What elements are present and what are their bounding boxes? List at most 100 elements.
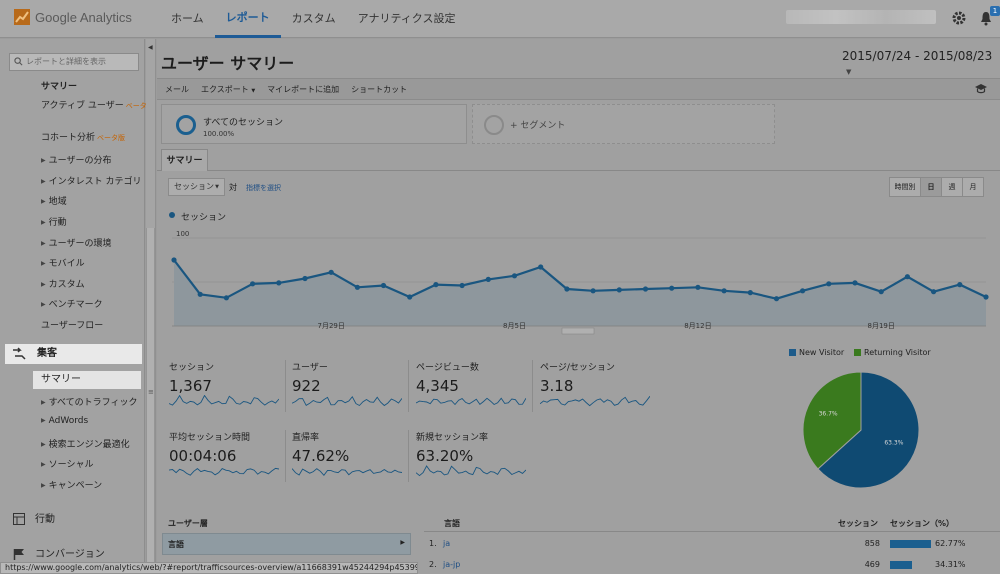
pie-legend-new-label: New Visitor (799, 348, 845, 357)
email-button[interactable]: メール (165, 84, 189, 95)
data-point[interactable] (380, 282, 387, 289)
expand-arrow-icon: ▶ (41, 198, 46, 205)
data-point[interactable] (223, 295, 229, 301)
sidebar-item-geo[interactable]: ▶ 地域 (41, 194, 67, 207)
add-segment-button[interactable]: + セグメント (472, 104, 775, 144)
sidebar-item-all-traffic[interactable]: ▶ すべてのトラフィック (41, 395, 137, 408)
select-metric-link[interactable]: 指標を選択 (246, 183, 281, 193)
data-point[interactable] (852, 280, 858, 286)
chart-resize-handle[interactable] (561, 327, 595, 335)
day-button[interactable]: 日 (920, 177, 942, 197)
sidebar-item-demographics[interactable]: ▶ ユーザーの分布 (41, 153, 111, 166)
sidebar-item-label: AdWords (48, 416, 89, 426)
data-point[interactable] (590, 288, 596, 294)
tab-summary[interactable]: サマリー (161, 149, 208, 171)
data-point[interactable] (957, 282, 963, 288)
month-button[interactable]: 月 (962, 177, 984, 197)
data-point[interactable] (276, 280, 282, 286)
data-point[interactable] (669, 285, 675, 291)
sidebar-item-acq-overview[interactable]: サマリー (33, 371, 141, 389)
week-button[interactable]: 週 (941, 177, 963, 197)
data-point[interactable] (773, 296, 780, 302)
data-point[interactable] (878, 289, 884, 295)
export-button[interactable]: エクスポート ▼ (201, 84, 255, 95)
data-point[interactable] (197, 291, 203, 297)
data-point[interactable] (826, 281, 832, 287)
data-point[interactable] (642, 286, 649, 292)
data-point[interactable] (904, 274, 911, 280)
data-point[interactable] (511, 273, 518, 279)
sidebar-item-adwords[interactable]: ▶ AdWords (41, 416, 88, 426)
sidebar-item-social[interactable]: ▶ ソーシャル (41, 457, 93, 470)
sidebar-item-label: 行動 (48, 218, 67, 228)
ga-logo[interactable]: Google Analytics (14, 9, 132, 25)
data-point[interactable] (407, 294, 413, 300)
account-selector[interactable] (786, 10, 936, 24)
column-sessions-pct: セッション（%） (890, 519, 955, 528)
data-point[interactable] (931, 289, 937, 295)
data-point[interactable] (354, 284, 360, 290)
data-point[interactable] (171, 257, 177, 263)
nav-reports[interactable]: レポート (214, 0, 281, 38)
metric-sparkline (416, 397, 526, 406)
metric-label: ユーザー (292, 363, 328, 373)
data-point[interactable] (328, 269, 334, 275)
nav-custom[interactable]: カスタム (281, 0, 347, 38)
data-point[interactable] (721, 288, 727, 294)
data-point[interactable] (250, 281, 256, 287)
add-to-dashboard-button[interactable]: マイレポートに追加 (267, 84, 339, 95)
sidebar-item-label: キャンペーン (48, 481, 103, 491)
metric-divider (285, 430, 286, 482)
sidebar-item-label: インタレスト カテゴリ (48, 177, 142, 187)
sidebar-item-mobile[interactable]: ▶ モバイル (41, 256, 85, 269)
hourly-button[interactable]: 時間別 (889, 177, 921, 197)
sidebar-section-label: コンバージョン (35, 549, 105, 560)
sidebar-section-conversions[interactable]: コンバージョン (13, 545, 105, 560)
data-point[interactable] (800, 288, 806, 294)
sidebar-item-cohort[interactable]: コホート分析 ベータ版 (41, 130, 125, 143)
expand-arrow-icon: ▶ (41, 240, 46, 247)
metric-sparkline (292, 395, 402, 407)
segment-all-sessions[interactable]: すべてのセッション 100.00% (161, 104, 467, 144)
data-point[interactable] (459, 282, 465, 289)
metric-dropdown[interactable]: セッション ▼ (168, 178, 225, 196)
data-point[interactable] (485, 276, 491, 282)
metric-value: 3.18 (540, 377, 574, 395)
sidebar-item-seo[interactable]: ▶ 検索エンジン最適化 (41, 437, 130, 450)
nav-admin[interactable]: アナリティクス設定 (347, 0, 467, 38)
expand-arrow-icon: ▶ (41, 219, 46, 226)
row-pct-label: 62.77% (935, 539, 966, 548)
sidebar-item-technology[interactable]: ▶ ユーザーの環境 (41, 236, 111, 249)
data-point[interactable] (433, 282, 439, 288)
gear-icon[interactable] (951, 10, 967, 26)
graduation-cap-icon[interactable] (974, 83, 988, 95)
data-point[interactable] (616, 287, 622, 293)
sidebar-section-acquisition[interactable]: 集客 (5, 344, 142, 364)
sidebar-item-behavior[interactable]: ▶ 行動 (41, 215, 67, 228)
data-point[interactable] (564, 286, 570, 292)
sidebar-item-custom[interactable]: ▶ カスタム (41, 277, 85, 290)
report-search-input[interactable]: レポートと詳細を表示 (9, 53, 139, 71)
language-link[interactable]: ja (443, 539, 450, 548)
table-header-divider (424, 531, 1000, 532)
data-point[interactable] (747, 290, 753, 296)
metric-label: 直帰率 (292, 433, 320, 443)
data-point[interactable] (695, 284, 701, 290)
shortcut-button[interactable]: ショートカット (351, 84, 407, 95)
data-point[interactable] (302, 275, 308, 282)
sidebar-item-users-flow[interactable]: ユーザーフロー (41, 318, 103, 331)
sidebar-item-benchmark[interactable]: ▶ ベンチマーク (41, 297, 103, 310)
sidebar-item-campaigns[interactable]: ▶ キャンペーン (41, 478, 102, 491)
data-point[interactable] (538, 264, 544, 270)
acquisition-icon (13, 347, 26, 360)
sidebar-item-overview[interactable]: サマリー (41, 79, 77, 92)
sidebar-scrollbar[interactable]: ≡ (146, 228, 155, 573)
nav-home[interactable]: ホーム (160, 0, 215, 38)
language-link[interactable]: ja-jp (443, 560, 460, 569)
sidebar-item-active-users[interactable]: アクティブ ユーザー ベータ版 (41, 98, 154, 111)
dimension-language-row[interactable]: 言語 ▶ (162, 533, 411, 555)
date-range-picker[interactable]: 2015/07/24 - 2015/08/23 ▼ (842, 49, 1000, 77)
sidebar-section-behavior[interactable]: 行動 (13, 510, 55, 525)
sidebar-item-interests[interactable]: ▶ インタレスト カテゴリ (41, 174, 142, 187)
data-point[interactable] (983, 294, 989, 300)
